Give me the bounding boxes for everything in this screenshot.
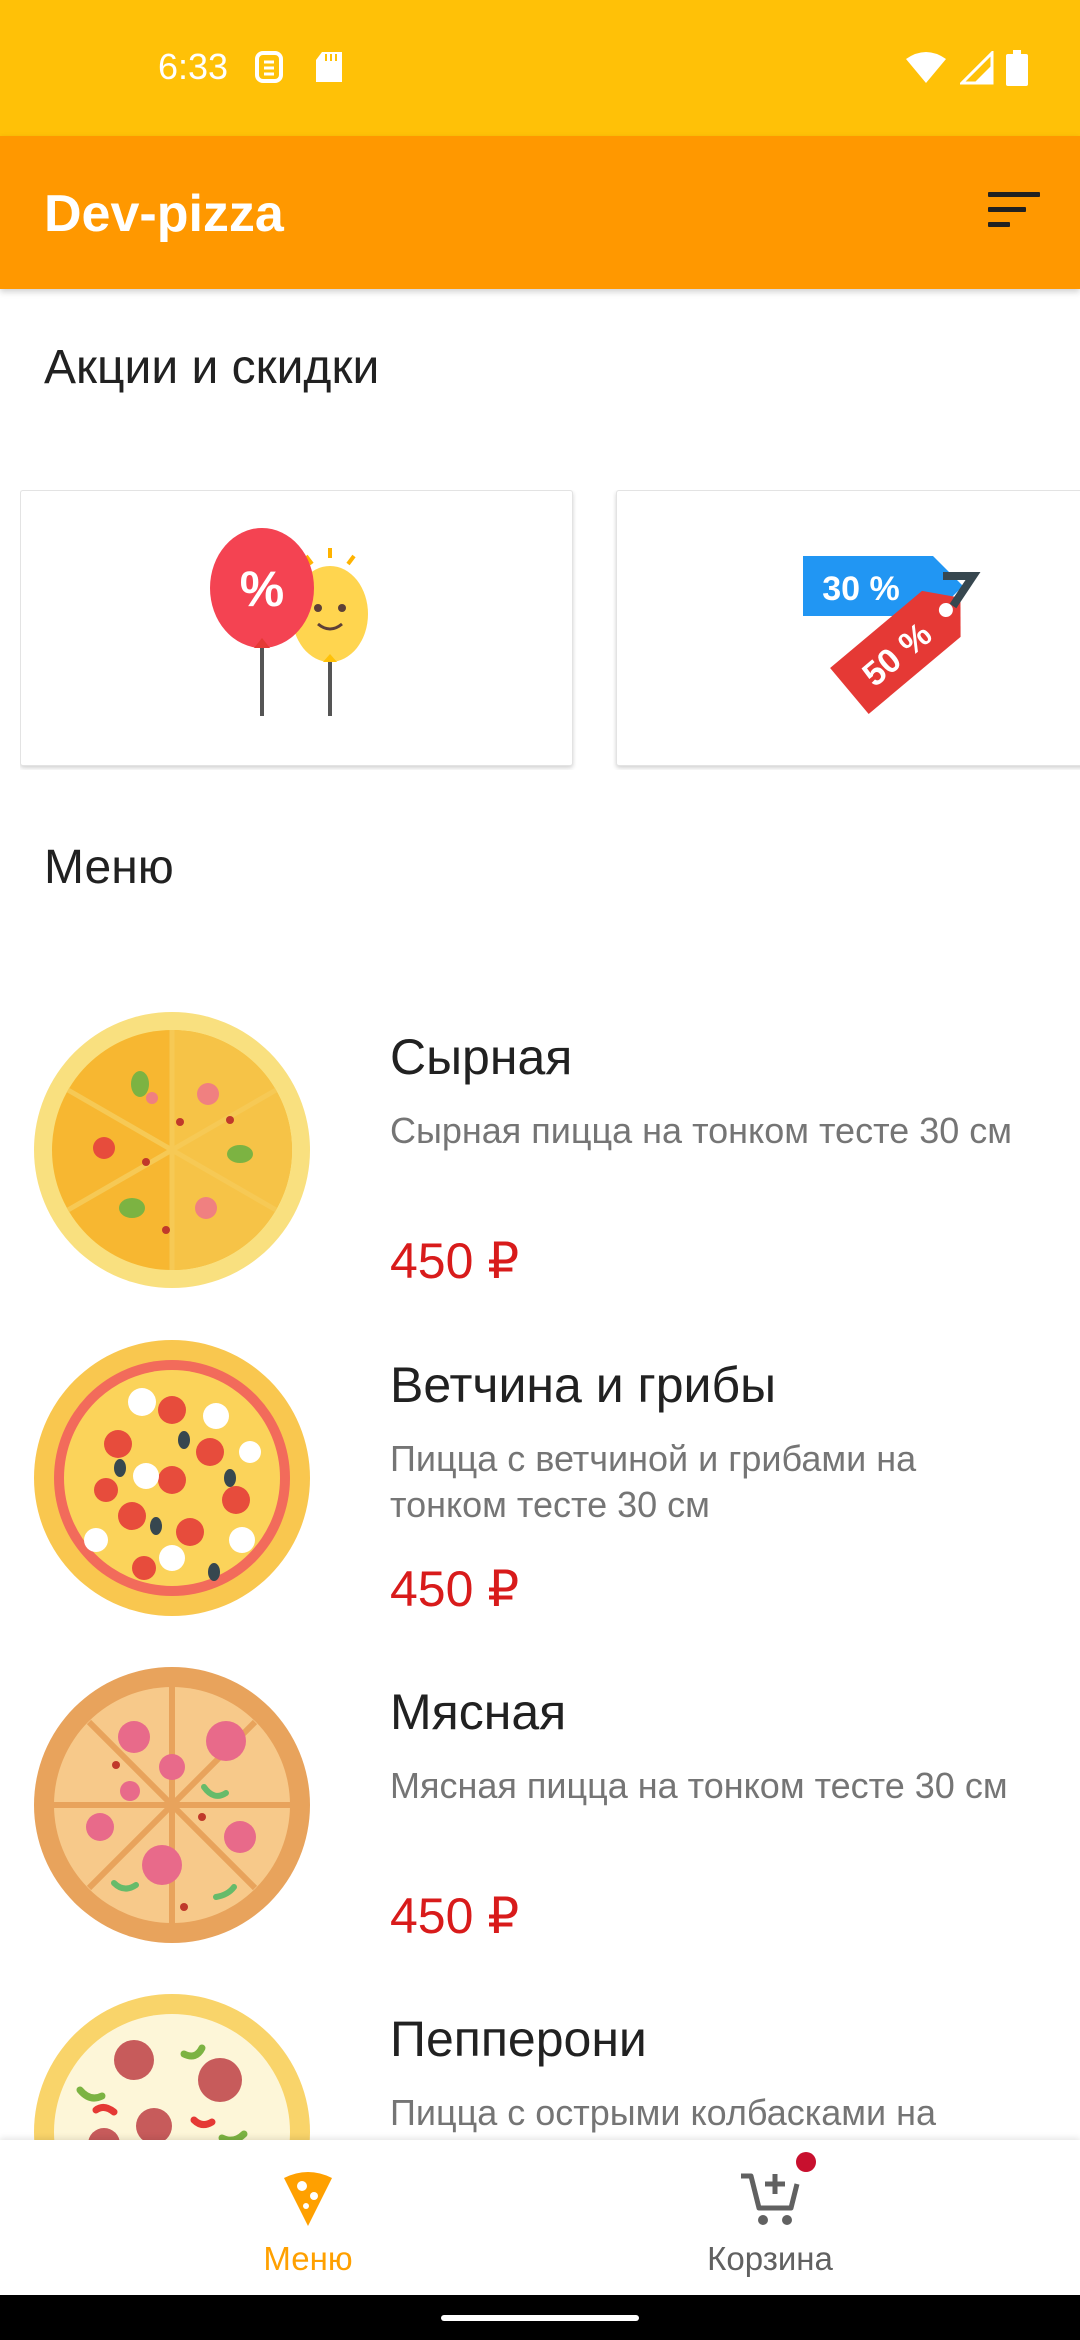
sort-icon — [986, 190, 1042, 235]
status-bar: 6:33 — [0, 0, 1080, 136]
meat-pizza-icon — [34, 1667, 310, 1943]
promo-card-balloons[interactable]: % — [20, 490, 573, 766]
menu-item-description: Мясная пицца на тонком тесте 30 см — [390, 1765, 1008, 1806]
menu-item-name: Мясная — [390, 1684, 567, 1740]
discount-tags-icon: 30 % 50 % — [793, 526, 993, 731]
promotions-title: Акции и скидки — [44, 341, 380, 394]
promo-card-discounts[interactable]: 30 % 50 % — [616, 490, 1080, 766]
sort-menu-button[interactable] — [982, 184, 1046, 240]
pizza-slice-icon — [280, 2168, 336, 2233]
menu-item-cheese[interactable]: Сырная Сырная пицца на тонком тесте 30 с… — [0, 1012, 1080, 1338]
signal-icon — [958, 49, 994, 90]
menu-item-description: Пицца с ветчиной и грибами на тонком тес… — [390, 1438, 917, 1525]
menu-item-ham-mushroom[interactable]: Ветчина и грибы Пицца с ветчиной и гриба… — [0, 1340, 1080, 1666]
menu-item-name: Ветчина и грибы — [390, 1357, 777, 1413]
bottom-navigation: Меню Корзина — [0, 2140, 1080, 2295]
nav-item-cart[interactable]: Корзина — [500, 2140, 1040, 2295]
home-handle[interactable] — [441, 2315, 639, 2321]
svg-text:30 %: 30 % — [822, 570, 900, 608]
menu-item-price: 450 ₽ — [390, 1561, 520, 1617]
sd-card-icon — [314, 50, 344, 84]
promotions-carousel[interactable]: % 30 % 50 % — [20, 490, 1080, 770]
nav-label-menu: Меню — [263, 2240, 353, 2277]
menu-item-name: Сырная — [390, 1029, 573, 1085]
balloons-percent-icon: % — [202, 526, 392, 731]
menu-item-name: Пепперони — [390, 2011, 647, 2067]
svg-text:%: % — [239, 561, 283, 617]
cart-badge — [796, 2152, 816, 2172]
menu-title: Меню — [44, 841, 174, 894]
menu-item-description: Сырная пицца на тонком тесте 30 см — [390, 1110, 1012, 1151]
battery-icon — [1006, 50, 1028, 91]
sim-icon — [254, 50, 284, 84]
menu-item-price: 450 ₽ — [390, 1888, 520, 1944]
cheese-pizza-icon — [34, 1012, 310, 1288]
menu-item-meat[interactable]: Мясная Мясная пицца на тонком тесте 30 с… — [0, 1667, 1080, 1993]
nav-item-menu[interactable]: Меню — [36, 2140, 576, 2295]
nav-label-cart: Корзина — [707, 2240, 833, 2277]
cart-add-icon — [739, 2168, 803, 2233]
menu-item-description: Пицца с острыми колбасками на — [390, 2092, 937, 2133]
status-time: 6:33 — [158, 46, 229, 87]
menu-item-price: 450 ₽ — [390, 1233, 520, 1289]
app-title: Dev-pizza — [44, 185, 284, 243]
ham-mushroom-pizza-icon — [34, 1340, 310, 1616]
app-bar: Dev-pizza — [0, 136, 1080, 289]
wifi-icon — [904, 51, 948, 90]
gesture-bar — [0, 2295, 1080, 2340]
